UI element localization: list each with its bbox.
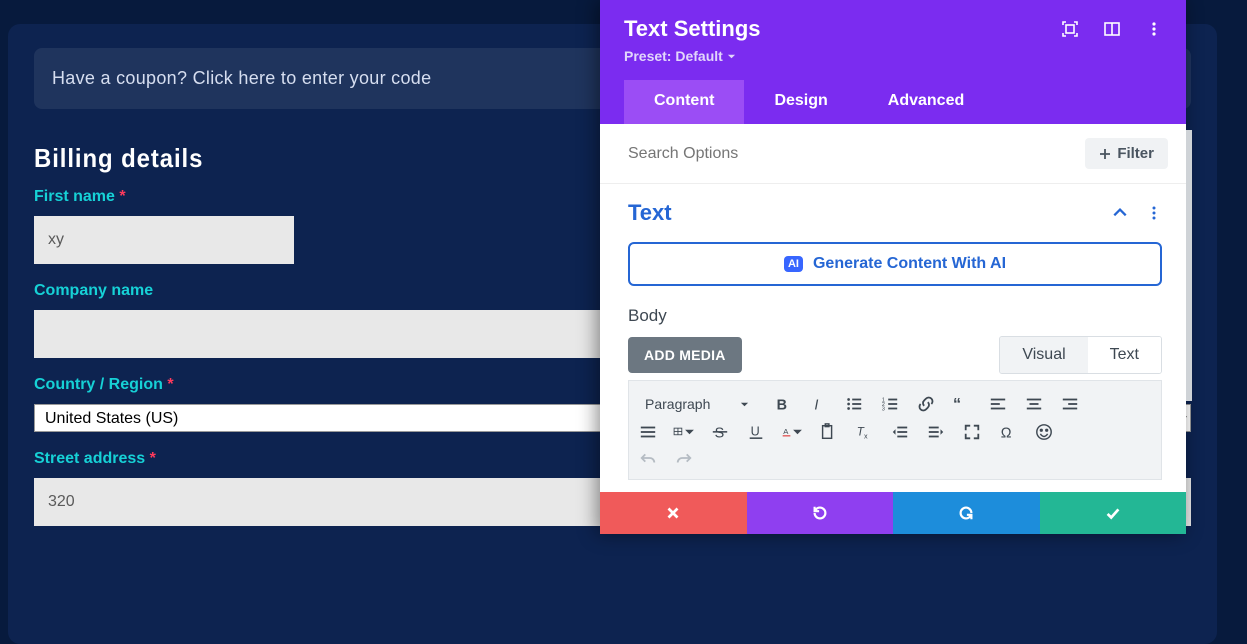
first-name-input[interactable] [34, 216, 294, 264]
expand-icon[interactable] [1062, 21, 1078, 37]
panel-title: Text Settings [624, 16, 761, 42]
collapse-section-icon[interactable] [1112, 205, 1128, 221]
rte-toolbar: Paragraph B I 123 “ S U A Tx [628, 380, 1162, 480]
align-right-icon[interactable] [1059, 393, 1081, 415]
numbered-list-icon[interactable]: 123 [879, 393, 901, 415]
search-input[interactable] [628, 145, 1085, 163]
reset-button[interactable] [747, 492, 894, 534]
svg-text:“: “ [953, 395, 961, 413]
align-center-icon[interactable] [1023, 393, 1045, 415]
kebab-menu-icon[interactable] [1146, 21, 1162, 37]
bold-icon[interactable]: B [771, 393, 793, 415]
section-kebab-icon[interactable] [1146, 205, 1162, 221]
paste-icon[interactable] [817, 421, 839, 443]
scrollbar[interactable] [1186, 130, 1192, 401]
outdent-icon[interactable] [889, 421, 911, 443]
blockquote-icon[interactable]: “ [951, 393, 973, 415]
ai-badge-icon: AI [784, 256, 803, 272]
italic-icon[interactable]: I [807, 393, 829, 415]
svg-text:x: x [864, 431, 868, 440]
panel-body: Text AI Generate Content With AI Body AD… [600, 184, 1186, 492]
section-heading: Text [628, 200, 672, 226]
svg-text:A: A [783, 427, 789, 436]
tab-design[interactable]: Design [744, 80, 857, 124]
svg-text:U: U [751, 425, 760, 439]
special-char-icon[interactable]: Ω [997, 421, 1019, 443]
first-name-label: First name * [34, 188, 596, 206]
cancel-button[interactable] [600, 492, 747, 534]
link-icon[interactable] [915, 393, 937, 415]
add-media-button[interactable]: ADD MEDIA [628, 337, 742, 373]
panel-header: Text Settings Preset: Default Content De… [600, 0, 1186, 124]
emoji-icon[interactable] [1033, 421, 1055, 443]
tab-advanced[interactable]: Advanced [858, 80, 994, 124]
redo-icon[interactable] [673, 447, 695, 469]
text-color-icon[interactable]: A [781, 421, 803, 443]
svg-text:3: 3 [882, 406, 885, 412]
fullscreen-icon[interactable] [961, 421, 983, 443]
layout-columns-icon[interactable] [1104, 21, 1120, 37]
align-left-icon[interactable] [987, 393, 1009, 415]
preset-dropdown[interactable]: Preset: Default [624, 48, 736, 64]
table-icon[interactable] [673, 421, 695, 443]
svg-text:I: I [814, 397, 818, 413]
visual-tab[interactable]: Visual [1000, 337, 1087, 373]
panel-footer [600, 492, 1186, 534]
text-settings-panel: Text Settings Preset: Default Content De… [600, 0, 1186, 534]
panel-search-row: Filter [600, 124, 1186, 184]
body-label: Body [628, 306, 1162, 326]
filter-button[interactable]: Filter [1085, 138, 1168, 169]
coupon-text: Have a coupon? Click here to enter your … [52, 68, 431, 88]
svg-text:Ω: Ω [1001, 425, 1012, 441]
tab-content[interactable]: Content [624, 80, 744, 124]
svg-text:S: S [715, 425, 725, 441]
strikethrough-icon[interactable]: S [709, 421, 731, 443]
align-justify-icon[interactable] [637, 421, 659, 443]
clear-format-icon[interactable]: Tx [853, 421, 875, 443]
indent-icon[interactable] [925, 421, 947, 443]
undo-icon[interactable] [637, 447, 659, 469]
svg-text:B: B [777, 397, 787, 413]
redo-footer-button[interactable] [893, 492, 1040, 534]
confirm-button[interactable] [1040, 492, 1187, 534]
format-dropdown[interactable]: Paragraph [637, 391, 757, 417]
text-tab[interactable]: Text [1088, 337, 1161, 373]
underline-icon[interactable]: U [745, 421, 767, 443]
bullet-list-icon[interactable] [843, 393, 865, 415]
generate-ai-button[interactable]: AI Generate Content With AI [628, 242, 1162, 286]
